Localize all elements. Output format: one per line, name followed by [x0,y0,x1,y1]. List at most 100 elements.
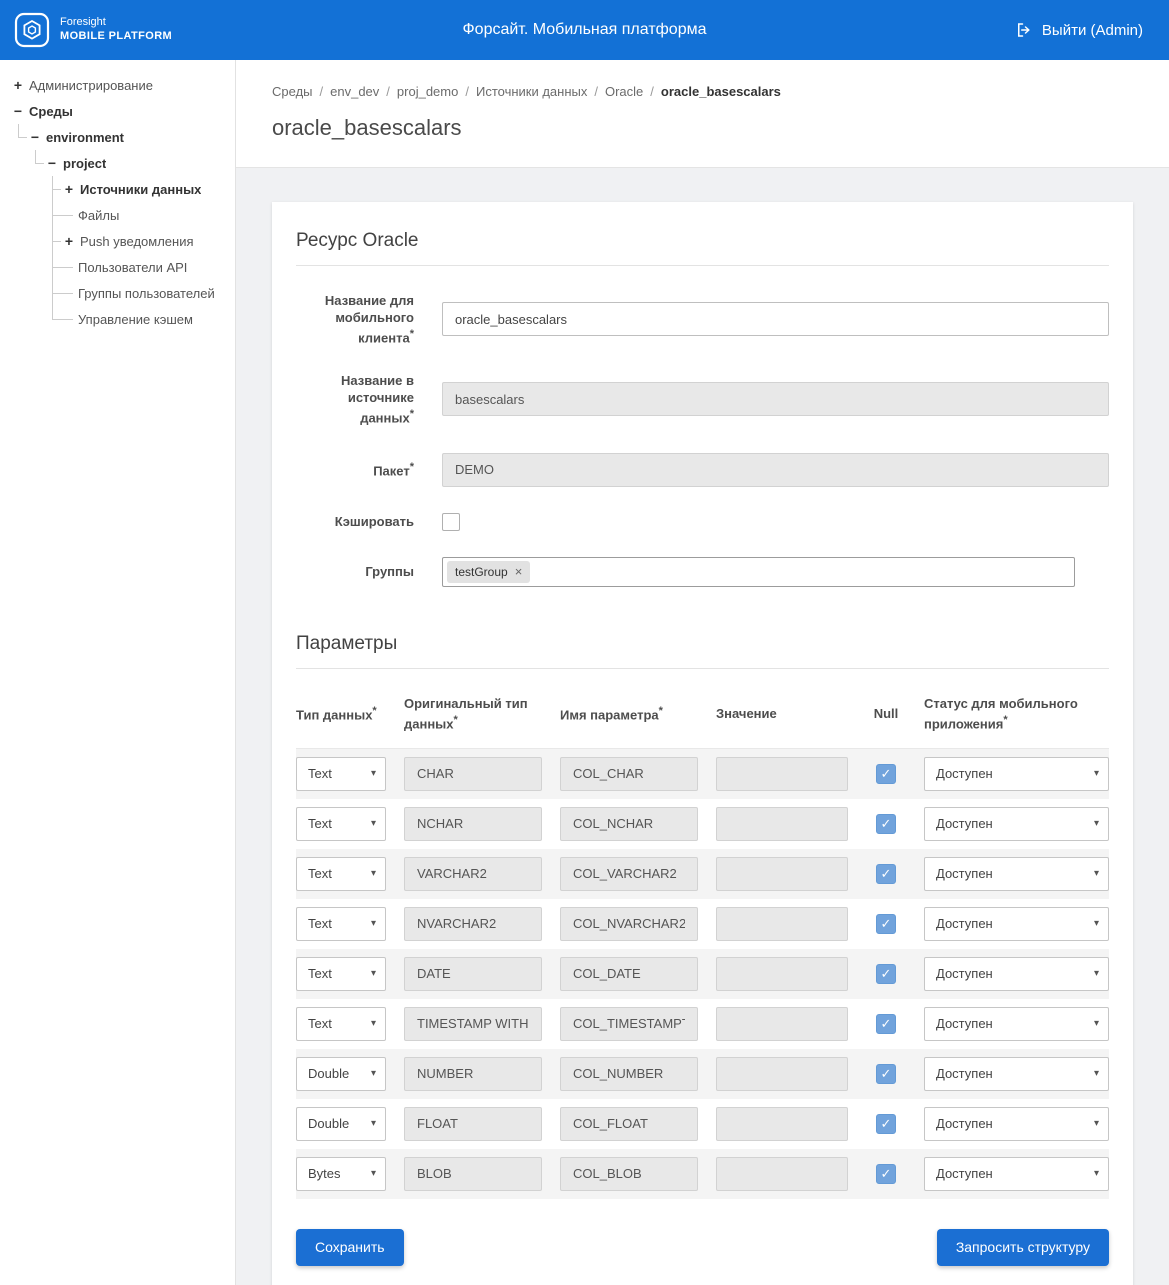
groups-input[interactable]: testGroup × [442,557,1075,587]
status-select[interactable]: Доступен▾ [924,807,1109,841]
column-header: Статус для мобильного приложения* [924,695,1109,732]
sidebar-item[interactable]: Файлы [0,202,235,228]
original-type-input [404,1007,542,1041]
status-select[interactable]: Доступен▾ [924,857,1109,891]
field-cache: Кэшировать [296,513,1109,531]
param-row: Bytes▾ ✓ Доступен▾ [296,1149,1109,1199]
breadcrumb-link[interactable]: proj_demo [397,84,458,99]
tree-indent [10,150,27,176]
sidebar-item[interactable]: +Источники данных [0,176,235,202]
sidebar-item[interactable]: +Администрирование [0,72,235,98]
data-type-select[interactable]: Text▾ [296,907,386,941]
null-checkbox[interactable]: ✓ [876,814,896,834]
status-select[interactable]: Доступен▾ [924,1157,1109,1191]
remove-tag-icon[interactable]: × [515,565,523,578]
null-checkbox[interactable]: ✓ [876,1114,896,1134]
chevron-down-icon: ▾ [371,1118,376,1129]
group-tag-label: testGroup [455,565,508,579]
status-select[interactable]: Доступен▾ [924,957,1109,991]
required-asterisk: * [410,328,414,340]
original-type-input [404,1157,542,1191]
tree-connector-line [61,293,73,294]
field-mobile-name: Название для мобильного клиента* [296,292,1109,346]
sidebar-item[interactable]: Управление кэшем [0,306,235,332]
sidebar-item[interactable]: Пользователи API [0,254,235,280]
sidebar-item-label: project [63,156,106,171]
value-input [716,757,848,791]
breadcrumb-link[interactable]: Среды [272,84,313,99]
null-checkbox[interactable]: ✓ [876,1064,896,1084]
null-checkbox[interactable]: ✓ [876,764,896,784]
value-input [716,807,848,841]
required-asterisk: * [372,705,376,717]
required-asterisk: * [1003,714,1007,726]
sidebar-item[interactable]: −environment [0,124,235,150]
sidebar-item-label: Администрирование [29,78,153,93]
logout-button[interactable]: Выйти (Admin) [1015,21,1169,39]
null-checkbox[interactable]: ✓ [876,1164,896,1184]
status-select[interactable]: Доступен▾ [924,1057,1109,1091]
sidebar-item[interactable]: −project [0,150,235,176]
breadcrumb-link[interactable]: Источники данных [476,84,587,99]
param-name-input [560,757,698,791]
tree-connector-line [61,319,73,320]
param-row: Double▾ ✓ Доступен▾ [296,1099,1109,1149]
cache-label: Кэшировать [296,513,414,530]
collapse-minus-icon[interactable]: − [27,129,43,145]
column-header: Null [866,705,906,722]
null-checkbox[interactable]: ✓ [876,914,896,934]
sidebar-item[interactable]: Группы пользователей [0,280,235,306]
resource-section-title: Ресурс Oracle [296,224,1109,266]
data-type-select[interactable]: Double▾ [296,1107,386,1141]
status-select[interactable]: Доступен▾ [924,1007,1109,1041]
app-header: Foresight MOBILE PLATFORM Форсайт. Мобил… [0,0,1169,60]
expand-plus-icon[interactable]: + [61,181,77,197]
data-type-select[interactable]: Text▾ [296,757,386,791]
sidebar-item[interactable]: −Среды [0,98,235,124]
data-type-select[interactable]: Bytes▾ [296,1157,386,1191]
cache-checkbox[interactable] [442,513,460,531]
breadcrumb-link[interactable]: Oracle [605,84,643,99]
chevron-down-icon: ▾ [371,1068,376,1079]
chevron-down-icon: ▾ [371,1018,376,1029]
save-button[interactable]: Сохранить [296,1229,404,1266]
tree-branch-line [44,280,61,306]
breadcrumb-separator: / [386,84,390,99]
request-structure-button[interactable]: Запросить структуру [937,1229,1109,1266]
status-select[interactable]: Доступен▾ [924,1107,1109,1141]
chevron-down-icon: ▾ [1094,818,1099,829]
null-checkbox[interactable]: ✓ [876,964,896,984]
tree-indent [10,228,27,254]
mobile-name-input[interactable] [442,302,1109,336]
source-name-label: Название в источнике данных* [296,372,414,426]
data-type-select[interactable]: Text▾ [296,1007,386,1041]
tree-branch-line [44,202,61,228]
sidebar-item-label: environment [46,130,124,145]
collapse-minus-icon[interactable]: − [44,155,60,171]
data-type-select[interactable]: Text▾ [296,807,386,841]
data-type-select[interactable]: Text▾ [296,857,386,891]
breadcrumb-separator: / [594,84,598,99]
logo-text: Foresight MOBILE PLATFORM [60,16,172,44]
breadcrumb-link[interactable]: env_dev [330,84,379,99]
collapse-minus-icon[interactable]: − [10,103,26,119]
tree-indent [27,306,44,332]
status-select[interactable]: Доступен▾ [924,907,1109,941]
status-select[interactable]: Доступен▾ [924,757,1109,791]
param-name-input [560,1157,698,1191]
param-name-input [560,807,698,841]
actions-bar: Сохранить Запросить структуру [296,1229,1109,1266]
data-type-select[interactable]: Text▾ [296,957,386,991]
expand-plus-icon[interactable]: + [10,77,26,93]
expand-plus-icon[interactable]: + [61,233,77,249]
data-type-select[interactable]: Double▾ [296,1057,386,1091]
field-source-name: Название в источнике данных* [296,372,1109,426]
sidebar-item[interactable]: +Push уведомления [0,228,235,254]
package-label: Пакет* [296,459,414,479]
null-checkbox[interactable]: ✓ [876,864,896,884]
chevron-down-icon: ▾ [1094,1018,1099,1029]
null-checkbox[interactable]: ✓ [876,1014,896,1034]
value-input [716,907,848,941]
app-logo[interactable]: Foresight MOBILE PLATFORM [0,12,236,48]
original-type-input [404,1057,542,1091]
